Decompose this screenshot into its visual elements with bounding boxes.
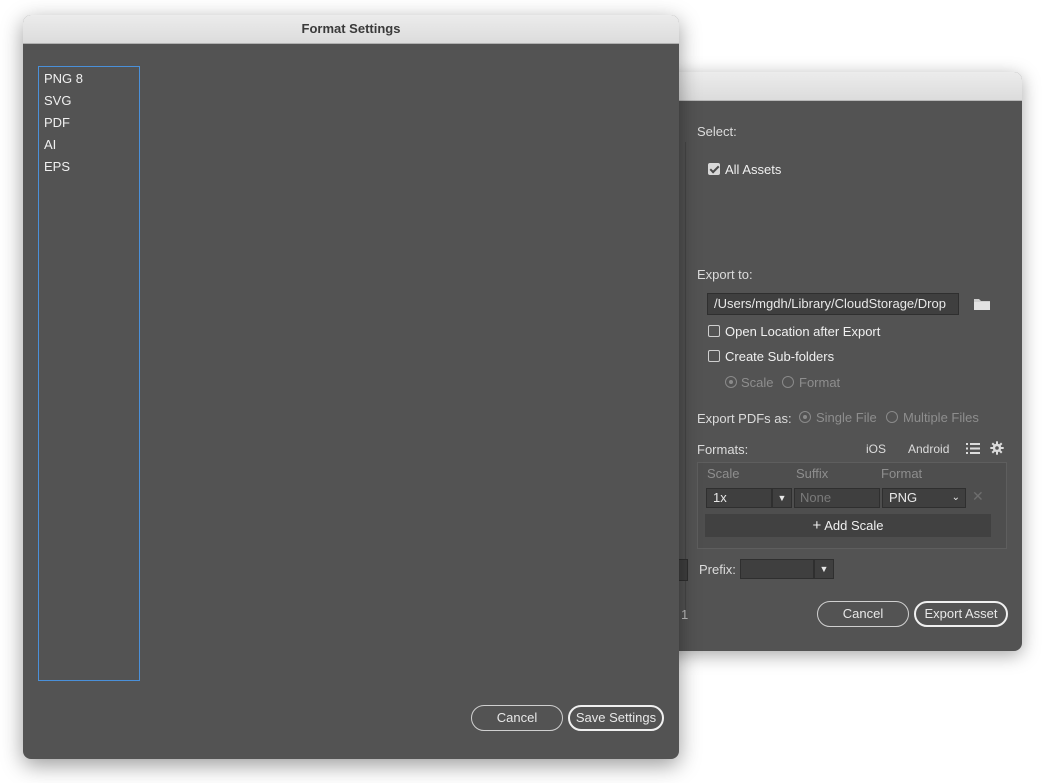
export-pdfs-label: Export PDFs as: — [697, 411, 792, 426]
format-select[interactable]: PNG ⌄ — [882, 488, 966, 508]
export-for-screens-window: Select: All Assets Export to: /Users/mgd… — [636, 72, 1022, 651]
scale-dropdown-button[interactable]: ▼ — [772, 488, 792, 508]
format-item-pdf[interactable]: PDF — [44, 115, 70, 130]
single-file-label: Single File — [816, 410, 877, 425]
window-title[interactable]: Format Settings — [23, 15, 679, 44]
android-preset-button[interactable]: Android — [908, 442, 949, 456]
format-settings-window: Format Settings PNG 8 SVG PDF AI EPS Can… — [23, 15, 679, 759]
chevron-down-icon: ⌄ — [951, 492, 960, 503]
table-header-format: Format — [881, 466, 923, 481]
panel-divider — [685, 142, 686, 610]
save-settings-button[interactable]: Save Settings — [568, 705, 664, 731]
export-asset-button[interactable]: Export Asset — [914, 601, 1008, 627]
format-item-eps[interactable]: EPS — [44, 159, 70, 174]
suffix-input[interactable]: None — [794, 488, 880, 508]
subfolder-format-label: Format — [799, 375, 841, 390]
cancel-button[interactable]: Cancel — [471, 705, 563, 731]
partial-count-text: 1 — [681, 607, 689, 622]
export-window-titlebar[interactable] — [636, 72, 1022, 101]
multiple-files-label: Multiple Files — [903, 410, 979, 425]
export-to-label: Export to: — [697, 267, 753, 282]
prefix-label: Prefix: — [699, 562, 736, 577]
open-location-checkbox[interactable] — [708, 325, 720, 337]
create-subfolders-label: Create Sub-folders — [725, 349, 835, 364]
select-label: Select: — [697, 124, 737, 139]
gear-icon[interactable] — [990, 441, 1004, 455]
subfolder-scale-label: Scale — [741, 375, 774, 390]
subfolder-scale-radio[interactable] — [725, 376, 737, 388]
formats-label: Formats: — [697, 442, 749, 457]
list-settings-icon[interactable] — [966, 442, 980, 455]
all-assets-label: All Assets — [725, 162, 782, 177]
create-subfolders-checkbox[interactable] — [708, 350, 720, 362]
folder-icon[interactable] — [973, 297, 991, 311]
open-location-label: Open Location after Export — [725, 324, 881, 339]
format-item-png8[interactable]: PNG 8 — [44, 71, 83, 86]
remove-scale-icon[interactable]: ✕ — [972, 488, 984, 505]
all-assets-checkbox[interactable] — [708, 163, 720, 175]
partial-field-edge — [678, 559, 688, 581]
format-select-value: PNG — [889, 490, 918, 505]
subfolder-format-radio[interactable] — [782, 376, 794, 388]
plus-icon: + — [812, 517, 822, 534]
add-scale-button[interactable]: + Add Scale — [705, 514, 991, 537]
ios-preset-button[interactable]: iOS — [866, 442, 886, 456]
format-item-svg[interactable]: SVG — [44, 93, 71, 108]
format-item-ai[interactable]: AI — [44, 137, 56, 152]
prefix-dropdown-button[interactable]: ▼ — [814, 559, 834, 579]
table-header-scale: Scale — [707, 466, 740, 481]
format-list[interactable]: PNG 8 SVG PDF AI EPS — [38, 66, 140, 681]
add-scale-label: Add Scale — [824, 518, 884, 533]
prefix-input[interactable] — [740, 559, 814, 579]
table-header-suffix: Suffix — [796, 466, 829, 481]
single-file-radio[interactable] — [799, 411, 811, 423]
cancel-export-button[interactable]: Cancel — [817, 601, 909, 627]
export-path-field[interactable]: /Users/mgdh/Library/CloudStorage/Drop — [707, 293, 959, 315]
scale-combo-input[interactable]: 1x — [706, 488, 772, 508]
multiple-files-radio[interactable] — [886, 411, 898, 423]
